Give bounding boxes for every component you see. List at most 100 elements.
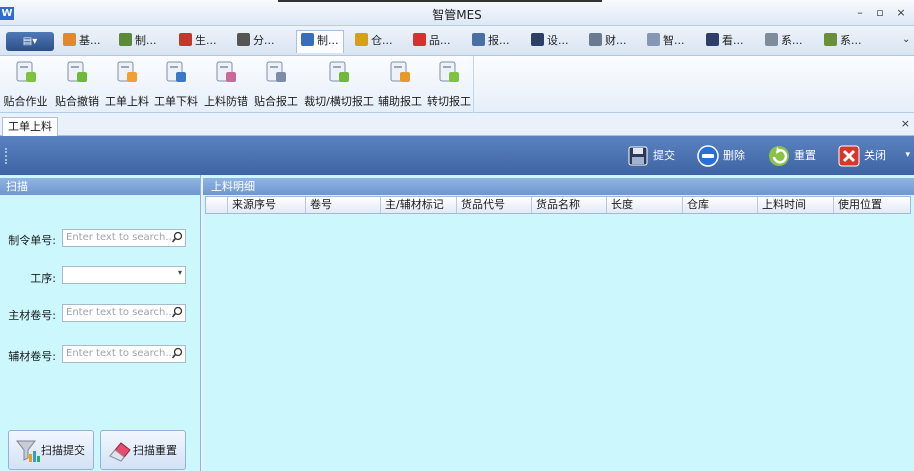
- main-roll-input[interactable]: Enter text to search...: [62, 304, 186, 322]
- column-header[interactable]: 卷号: [305, 197, 380, 213]
- search-icon[interactable]: [171, 231, 183, 245]
- column-header[interactable]: 仓库: [682, 197, 757, 213]
- column-header[interactable]: 长度: [606, 197, 682, 213]
- ribbon-button-4[interactable]: 工单下料: [152, 58, 200, 110]
- row-selector-header[interactable]: [206, 197, 226, 213]
- ribbon: 贴合作业 贴合撤销 工单上料 工单下料 上料防错 贴合报工 裁切/横切报工 辅助报工 转切报工: [0, 56, 914, 113]
- menu-tab-8[interactable]: 报...: [472, 31, 510, 51]
- close-window-button[interactable]: ×: [893, 6, 909, 20]
- gear-icon: [765, 33, 778, 46]
- delete-button[interactable]: 删除: [697, 144, 745, 168]
- toolbar-grip[interactable]: [5, 148, 7, 164]
- search-icon[interactable]: [171, 306, 183, 320]
- menu-tab-5[interactable]: 制...: [296, 30, 344, 53]
- doc-tab-order-feed[interactable]: 工单上料: [2, 117, 58, 136]
- menu-tab-3[interactable]: 生...: [179, 31, 217, 51]
- ribbon-button-2[interactable]: 贴合撤销: [52, 58, 102, 110]
- main-roll-placeholder: Enter text to search...: [66, 307, 175, 318]
- minus-circle-icon: [697, 145, 719, 167]
- ribbon-button-6[interactable]: 贴合报工: [251, 58, 301, 110]
- action-toolbar: 提交 删除 重置 关闭 ▾: [0, 136, 914, 175]
- column-header[interactable]: 货品代号: [456, 197, 531, 213]
- ribbon-button-9[interactable]: 转切报工: [425, 58, 473, 110]
- smart-icon: [647, 33, 660, 46]
- menu-tab-14[interactable]: 系...: [824, 31, 862, 51]
- column-header[interactable]: 货品名称: [531, 197, 606, 213]
- close-button[interactable]: 关闭: [838, 144, 886, 168]
- search-icon[interactable]: [171, 347, 183, 361]
- ribbon-button-8[interactable]: 辅助报工: [376, 58, 424, 110]
- reset-label: 重置: [794, 149, 816, 162]
- maximize-button[interactable]: ▫: [872, 6, 888, 20]
- minimize-button[interactable]: –: [852, 6, 868, 20]
- window-title: 智管MES: [432, 8, 482, 22]
- feed-errorproof-icon: [216, 61, 236, 82]
- close-icon[interactable]: ×: [901, 117, 910, 130]
- order-feed-icon: [117, 61, 137, 82]
- ribbon-button-label: 上料防错: [204, 95, 248, 108]
- reset-button[interactable]: 重置: [768, 144, 816, 168]
- menu-tab-label: 智...: [663, 34, 685, 47]
- feed-detail-title: 上料明细: [203, 178, 914, 195]
- column-header[interactable]: 使用位置: [833, 197, 910, 213]
- column-header[interactable]: 来源序号: [227, 197, 305, 213]
- chevron-down-icon[interactable]: ⌄: [902, 34, 910, 45]
- menu-tab-6[interactable]: 仓...: [355, 31, 393, 51]
- production-icon: [179, 33, 192, 46]
- menu-tab-label: 制...: [317, 34, 339, 47]
- menu-tab-7[interactable]: 品...: [413, 31, 451, 51]
- close-label: 关闭: [864, 149, 886, 162]
- aux-roll-label: 辅材卷号:: [8, 350, 56, 363]
- ribbon-button-label: 裁切/横切报工: [304, 95, 374, 108]
- menu-tab-2[interactable]: 制...: [119, 31, 157, 51]
- document-tab-strip: 工单上料 ×: [0, 113, 914, 136]
- ribbon-button-5[interactable]: 上料防错: [201, 58, 251, 110]
- menu-tab-11[interactable]: 智...: [647, 31, 685, 51]
- scan-panel: 扫描 制令单号: Enter text to search... 工序: ▾ 主…: [0, 175, 201, 471]
- aux-roll-input[interactable]: Enter text to search...: [62, 345, 186, 363]
- scan-reset-button[interactable]: 扫描重置: [100, 430, 186, 470]
- eraser-icon: [109, 442, 131, 462]
- order-no-input[interactable]: Enter text to search...: [62, 229, 186, 247]
- ribbon-button-1[interactable]: 贴合作业: [0, 58, 51, 110]
- diamond-icon: [413, 33, 426, 46]
- feed-detail-grid-header: 来源序号 卷号 主/辅材标记 货品代号 货品名称 长度 仓库 上料时间 使用位置: [205, 196, 911, 214]
- submit-button[interactable]: 提交: [627, 144, 675, 168]
- menu-tab-12[interactable]: 看...: [706, 31, 744, 51]
- scan-submit-button[interactable]: 扫描提交: [8, 430, 94, 470]
- ribbon-button-7[interactable]: 裁切/横切报工: [301, 58, 377, 110]
- toolbar-overflow-icon[interactable]: ▾: [905, 150, 910, 160]
- laminate-report-icon: [266, 61, 286, 82]
- delete-label: 删除: [723, 149, 745, 162]
- chart-icon: [119, 33, 132, 46]
- ribbon-group-production: 贴合作业 贴合撤销 工单上料 工单下料 上料防错 贴合报工 裁切/横切报工 辅助报工 转切报工: [0, 56, 474, 113]
- column-header[interactable]: 上料时间: [757, 197, 833, 213]
- menu-tab-9[interactable]: 设...: [531, 31, 569, 51]
- column-header[interactable]: 主/辅材标记: [380, 197, 456, 213]
- cut-report-icon: [329, 61, 349, 82]
- order-no-placeholder: Enter text to search...: [66, 232, 175, 243]
- app-menu-button[interactable]: ▤▾: [6, 32, 54, 51]
- ribbon-button-label: 转切报工: [427, 95, 471, 108]
- process-select[interactable]: ▾: [62, 266, 186, 284]
- menu-tab-10[interactable]: 财...: [589, 31, 627, 51]
- scan-panel-title: 扫描: [0, 178, 200, 195]
- ribbon-button-3[interactable]: 工单上料: [103, 58, 151, 110]
- refresh-icon: [769, 146, 789, 166]
- title-divider: [278, 0, 602, 2]
- ribbon-button-label: 贴合作业: [3, 95, 48, 108]
- menu-tab-13[interactable]: 系...: [765, 31, 803, 51]
- menu-tab-4[interactable]: 分...: [237, 31, 275, 51]
- funnel-chart-icon: [15, 440, 40, 462]
- device-icon: [531, 33, 544, 46]
- chevron-down-icon[interactable]: ▾: [178, 268, 182, 277]
- ribbon-button-label: 辅助报工: [378, 95, 422, 108]
- menu-tab-1[interactable]: 基...: [63, 31, 101, 51]
- process-label: 工序:: [30, 272, 56, 285]
- menu-tab-label: 品...: [429, 34, 451, 47]
- menu-tab-label: 财...: [605, 34, 627, 47]
- finance-icon: [589, 33, 602, 46]
- ribbon-button-label: 贴合撤销: [55, 95, 99, 108]
- aux-report-icon: [390, 61, 410, 82]
- board-icon: [706, 33, 719, 46]
